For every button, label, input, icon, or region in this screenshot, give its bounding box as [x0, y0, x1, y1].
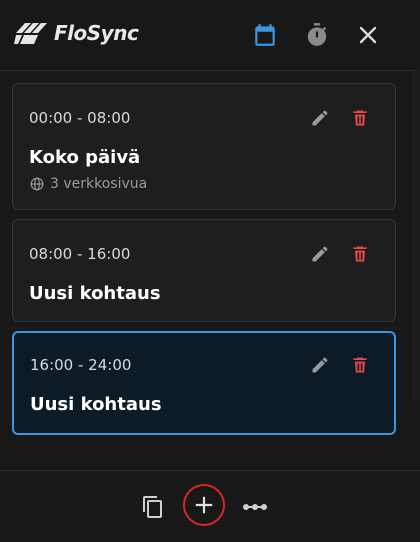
more-button[interactable]	[240, 493, 270, 521]
scene-time-range: 08:00 - 16:00	[29, 245, 131, 263]
scene-time-range: 00:00 - 08:00	[29, 109, 131, 127]
close-button[interactable]	[355, 22, 381, 48]
scene-time-range: 16:00 - 24:00	[30, 356, 132, 374]
delete-button[interactable]	[349, 243, 371, 265]
app-window: FloSync 00:00 - 08:00 Koko päivä 3 verkk…	[0, 0, 420, 542]
scene-title: Koko päivä	[29, 147, 141, 168]
pencil-icon	[312, 357, 328, 373]
header-bar: FloSync	[0, 0, 420, 71]
pencil-icon	[312, 246, 328, 262]
scrollbar[interactable]	[413, 70, 420, 400]
trash-icon	[353, 357, 367, 373]
trash-icon	[353, 246, 367, 262]
more-icon	[243, 504, 267, 510]
flosync-logo-icon	[14, 23, 47, 44]
copy-button[interactable]	[139, 493, 167, 521]
logo: FloSync	[14, 18, 139, 48]
calendar-button[interactable]	[252, 22, 278, 48]
trash-icon	[353, 110, 367, 126]
copy-icon	[143, 496, 162, 518]
footer-divider	[0, 470, 420, 471]
delete-button[interactable]	[349, 354, 371, 376]
scene-website-count: 3 verkkosivua	[50, 176, 148, 192]
pencil-icon	[312, 110, 328, 126]
timer-icon	[307, 23, 327, 46]
plus-icon	[195, 496, 213, 514]
add-button[interactable]	[190, 491, 218, 519]
edit-button[interactable]	[309, 243, 331, 265]
scene-meta: 3 verkkosivua	[30, 176, 147, 192]
calendar-icon	[255, 24, 275, 46]
scene-title: Uusi kohtaus	[30, 394, 162, 415]
close-icon	[359, 26, 377, 44]
scene-list: 00:00 - 08:00 Koko päivä 3 verkkosivua 0…	[12, 83, 396, 444]
timer-button[interactable]	[304, 22, 330, 48]
scene-card[interactable]: 00:00 - 08:00 Koko päivä 3 verkkosivua	[12, 83, 396, 210]
app-name: FloSync	[54, 21, 139, 45]
globe-icon	[30, 177, 44, 191]
scene-title: Uusi kohtaus	[29, 283, 161, 304]
scene-card-selected[interactable]: 16:00 - 24:00 Uusi kohtaus	[12, 331, 396, 435]
edit-button[interactable]	[309, 354, 331, 376]
edit-button[interactable]	[309, 107, 331, 129]
delete-button[interactable]	[349, 107, 371, 129]
scene-card[interactable]: 08:00 - 16:00 Uusi kohtaus	[12, 219, 396, 322]
